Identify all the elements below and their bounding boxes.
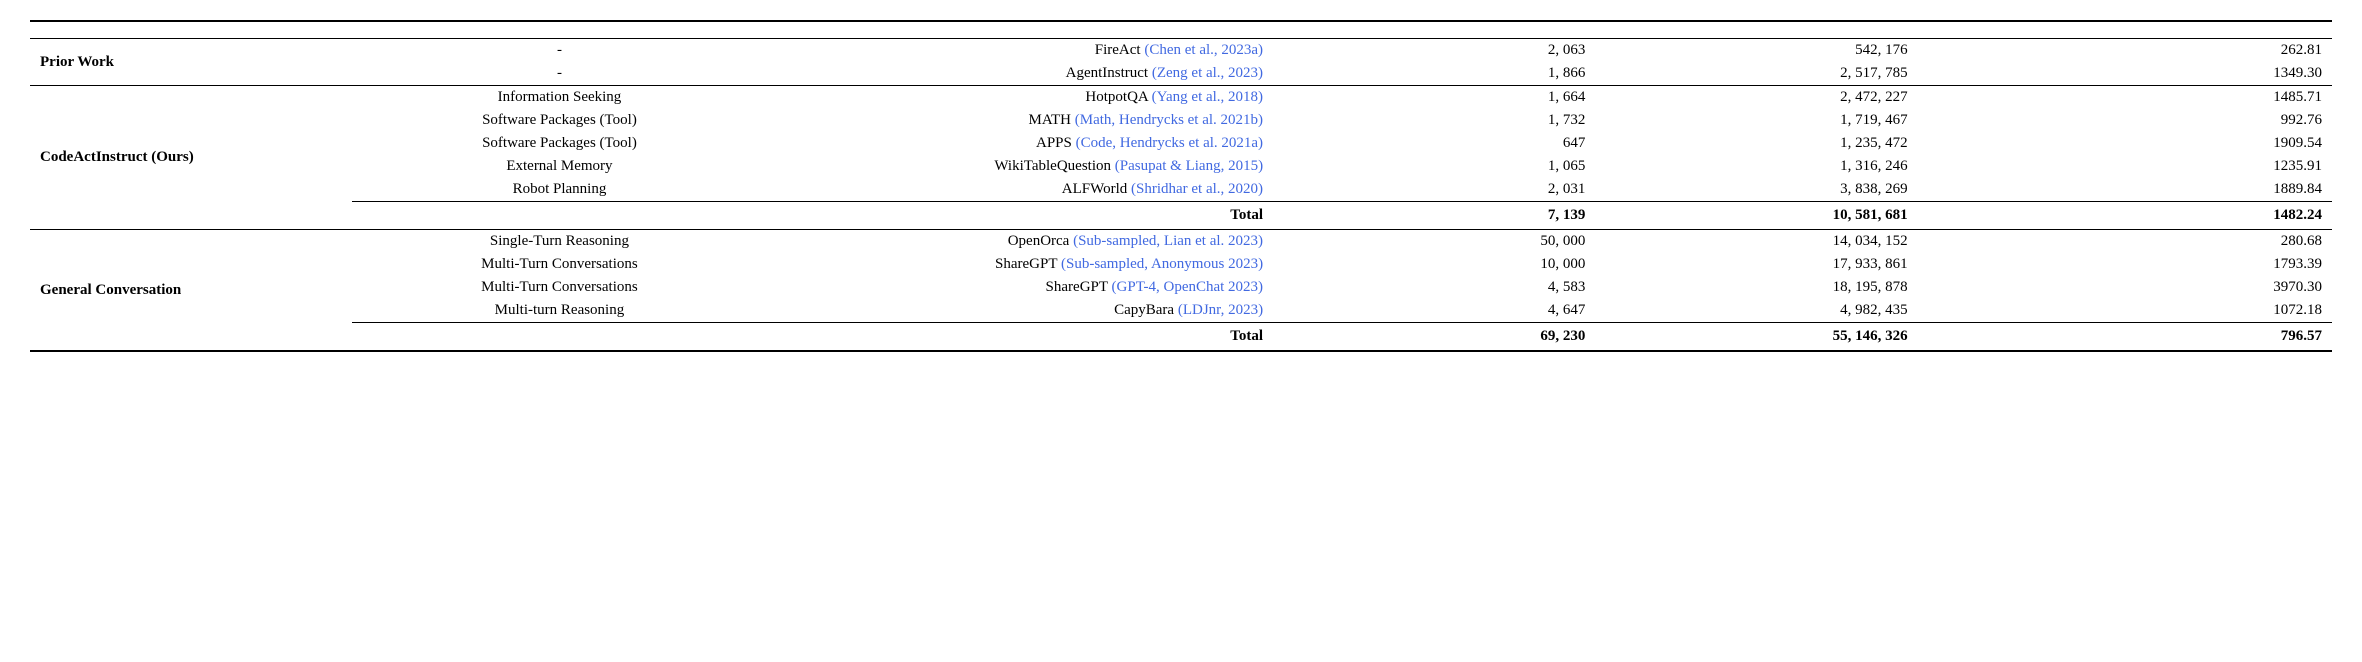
cell-name: WikiTableQuestion (Pasupat & Liang, 2015… xyxy=(767,155,1273,178)
table-row: Software Packages (Tool)MATH (Math, Hend… xyxy=(30,109,2332,132)
cell-instances: 50, 000 xyxy=(1273,230,1595,254)
cell-tokens: 2, 517, 785 xyxy=(1595,62,1917,86)
cell-type: - xyxy=(352,62,766,86)
cell-avg: 1793.39 xyxy=(1918,253,2332,276)
cell-tokens: 2, 472, 227 xyxy=(1595,86,1917,110)
cell-name: ALFWorld (Shridhar et al., 2020) xyxy=(767,178,1273,202)
header-type xyxy=(352,21,766,39)
cell-name: OpenOrca (Sub-sampled, Lian et al. 2023) xyxy=(767,230,1273,254)
table-row: External MemoryWikiTableQuestion (Pasupa… xyxy=(30,155,2332,178)
cell-avg: 1889.84 xyxy=(1918,178,2332,202)
cell-mixture: General Conversation xyxy=(30,230,352,352)
cell-tokens: 1, 316, 246 xyxy=(1595,155,1917,178)
cell-name: ShareGPT (Sub-sampled, Anonymous 2023) xyxy=(767,253,1273,276)
cell-total-instances: 7, 139 xyxy=(1273,202,1595,230)
cell-mixture: CodeActInstruct (Ours) xyxy=(30,86,352,230)
cell-instances: 1, 732 xyxy=(1273,109,1595,132)
cell-name: MATH (Math, Hendrycks et al. 2021b) xyxy=(767,109,1273,132)
cell-type: Multi-Turn Conversations xyxy=(352,276,766,299)
cell-total-avg: 796.57 xyxy=(1918,323,2332,352)
cell-total-tokens: 10, 581, 681 xyxy=(1595,202,1917,230)
cell-avg: 1235.91 xyxy=(1918,155,2332,178)
table-row: -AgentInstruct (Zeng et al., 2023)1, 866… xyxy=(30,62,2332,86)
cell-type: Information Seeking xyxy=(352,86,766,110)
cell-total-avg: 1482.24 xyxy=(1918,202,2332,230)
cell-type: Single-Turn Reasoning xyxy=(352,230,766,254)
header-avg xyxy=(1918,21,2332,39)
cell-type: Multi-turn Reasoning xyxy=(352,299,766,323)
cell-name: APPS (Code, Hendrycks et al. 2021a) xyxy=(767,132,1273,155)
cell-avg: 3970.30 xyxy=(1918,276,2332,299)
cell-instances: 4, 583 xyxy=(1273,276,1595,299)
cell-instances: 2, 031 xyxy=(1273,178,1595,202)
table-row: Software Packages (Tool)APPS (Code, Hend… xyxy=(30,132,2332,155)
cell-avg: 992.76 xyxy=(1918,109,2332,132)
total-row: Total69, 23055, 146, 326796.57 xyxy=(30,323,2332,352)
cell-type: - xyxy=(352,39,766,63)
cell-tokens: 17, 933, 861 xyxy=(1595,253,1917,276)
cell-type: Software Packages (Tool) xyxy=(352,109,766,132)
cell-type: Robot Planning xyxy=(352,178,766,202)
cell-type: Software Packages (Tool) xyxy=(352,132,766,155)
header-mixture xyxy=(30,21,352,39)
cell-total-type xyxy=(352,202,766,230)
cell-total-tokens: 55, 146, 326 xyxy=(1595,323,1917,352)
cell-tokens: 3, 838, 269 xyxy=(1595,178,1917,202)
cell-name: HotpotQA (Yang et al., 2018) xyxy=(767,86,1273,110)
cell-instances: 1, 866 xyxy=(1273,62,1595,86)
cell-total-type xyxy=(352,323,766,352)
cell-tokens: 14, 034, 152 xyxy=(1595,230,1917,254)
cell-total-instances: 69, 230 xyxy=(1273,323,1595,352)
cell-tokens: 1, 235, 472 xyxy=(1595,132,1917,155)
cell-name: FireAct (Chen et al., 2023a) xyxy=(767,39,1273,63)
header-instances xyxy=(1273,21,1595,39)
table-row: Multi-Turn ConversationsShareGPT (Sub-sa… xyxy=(30,253,2332,276)
cell-tokens: 4, 982, 435 xyxy=(1595,299,1917,323)
cell-tokens: 18, 195, 878 xyxy=(1595,276,1917,299)
cell-mixture: Prior Work xyxy=(30,39,352,86)
header-tokens xyxy=(1595,21,1917,39)
table-header-row xyxy=(30,21,2332,39)
total-row: Total7, 13910, 581, 6811482.24 xyxy=(30,202,2332,230)
cell-instances: 1, 065 xyxy=(1273,155,1595,178)
cell-avg: 262.81 xyxy=(1918,39,2332,63)
header-name xyxy=(767,21,1273,39)
cell-total-label: Total xyxy=(767,323,1273,352)
cell-avg: 1349.30 xyxy=(1918,62,2332,86)
cell-total-label: Total xyxy=(767,202,1273,230)
cell-instances: 647 xyxy=(1273,132,1595,155)
cell-avg: 1909.54 xyxy=(1918,132,2332,155)
cell-instances: 4, 647 xyxy=(1273,299,1595,323)
cell-instances: 1, 664 xyxy=(1273,86,1595,110)
table-row: Prior Work-FireAct (Chen et al., 2023a)2… xyxy=(30,39,2332,63)
cell-avg: 1485.71 xyxy=(1918,86,2332,110)
cell-type: External Memory xyxy=(352,155,766,178)
data-table: Prior Work-FireAct (Chen et al., 2023a)2… xyxy=(30,20,2332,352)
cell-avg: 280.68 xyxy=(1918,230,2332,254)
table-row: CodeActInstruct (Ours)Information Seekin… xyxy=(30,86,2332,110)
table-row: Multi-turn ReasoningCapyBara (LDJnr, 202… xyxy=(30,299,2332,323)
cell-name: AgentInstruct (Zeng et al., 2023) xyxy=(767,62,1273,86)
cell-instances: 10, 000 xyxy=(1273,253,1595,276)
table-wrapper: Prior Work-FireAct (Chen et al., 2023a)2… xyxy=(0,0,2362,372)
table-row: Robot PlanningALFWorld (Shridhar et al.,… xyxy=(30,178,2332,202)
cell-tokens: 542, 176 xyxy=(1595,39,1917,63)
cell-avg: 1072.18 xyxy=(1918,299,2332,323)
table-row: General ConversationSingle-Turn Reasonin… xyxy=(30,230,2332,254)
cell-tokens: 1, 719, 467 xyxy=(1595,109,1917,132)
cell-name: CapyBara (LDJnr, 2023) xyxy=(767,299,1273,323)
cell-name: ShareGPT (GPT-4, OpenChat 2023) xyxy=(767,276,1273,299)
table-row: Multi-Turn ConversationsShareGPT (GPT-4,… xyxy=(30,276,2332,299)
cell-instances: 2, 063 xyxy=(1273,39,1595,63)
cell-type: Multi-Turn Conversations xyxy=(352,253,766,276)
